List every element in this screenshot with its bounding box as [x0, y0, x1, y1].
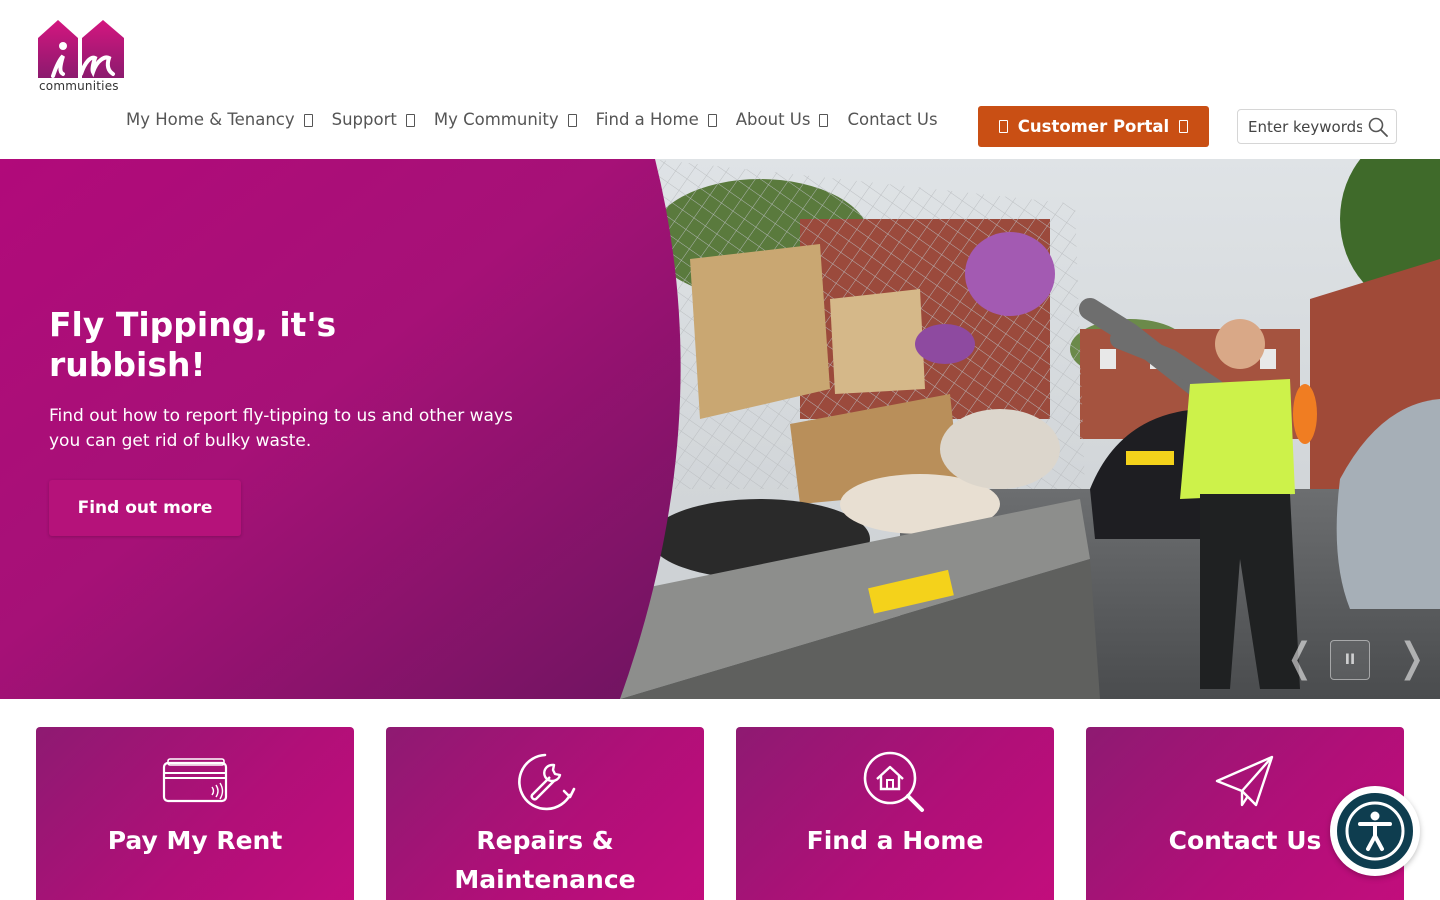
nav-item-about-us[interactable]: About Us [736, 110, 829, 129]
house-search-icon [863, 751, 924, 812]
nav-item-my-home-tenancy[interactable]: My Home & Tenancy [126, 110, 313, 129]
nav-label: Find a Home [595, 110, 699, 129]
search-box [1237, 109, 1397, 144]
nav-item-support[interactable]: Support [332, 110, 415, 129]
card-repairs-maintenance[interactable]: Repairs & Maintenance [386, 727, 704, 900]
hero-subtitle: Find out how to report fly-tipping to us… [49, 406, 513, 451]
card-find-a-home[interactable]: Find a Home [736, 727, 1054, 900]
credit-card-icon [162, 758, 228, 803]
nav-item-contact-us[interactable]: Contact Us [847, 110, 937, 129]
dropdown-icon [567, 114, 577, 127]
carousel-prev-icon[interactable]: ❬ [1283, 635, 1317, 681]
portal-label: Customer Portal [1017, 117, 1170, 136]
site-header: communities My Home & Tenancy Support My… [0, 0, 1440, 159]
hero-carousel: Fly Tipping, it's rubbish! Find out how … [0, 159, 1440, 699]
nav-label: My Home & Tenancy [126, 110, 295, 129]
accessibility-button[interactable] [1330, 786, 1420, 876]
dropdown-icon [303, 114, 313, 127]
logo-text: communities [39, 79, 119, 93]
main-nav: My Home & Tenancy Support My Community F… [126, 110, 957, 129]
nav-label: Support [331, 110, 397, 129]
search-input[interactable] [1238, 110, 1362, 143]
nav-item-my-community[interactable]: My Community [434, 110, 577, 129]
card-label: Pay My Rent [107, 826, 283, 855]
dropdown-icon [819, 114, 829, 127]
nav-item-find-a-home[interactable]: Find a Home [596, 110, 717, 129]
wrench-icon [518, 753, 576, 811]
nav-label: My Community [433, 110, 559, 129]
card-label: Repairs & Maintenance [454, 826, 636, 894]
accessibility-icon [1337, 793, 1413, 869]
quick-links: Pay My Rent Repairs & Maintenance Find a… [0, 727, 1440, 900]
portal-icon [998, 120, 1008, 133]
logo-icon [38, 20, 124, 78]
customer-portal-button[interactable]: Customer Portal [978, 106, 1209, 147]
carousel-pause-icon[interactable]: II [1330, 640, 1370, 680]
nav-label: Contact Us [847, 110, 938, 129]
card-pay-my-rent[interactable]: Pay My Rent [36, 727, 354, 900]
nav-label: About Us [735, 110, 811, 129]
card-label: Find a Home [806, 826, 984, 855]
carousel-next-icon[interactable]: ❭ [1395, 635, 1429, 681]
hero-title: Fly Tipping, it's rubbish! [49, 305, 337, 384]
paper-plane-icon [1215, 755, 1274, 807]
dropdown-icon [405, 114, 415, 127]
find-out-more-button[interactable]: Find out more [49, 480, 241, 536]
search-icon[interactable] [1368, 117, 1388, 137]
site-logo[interactable]: communities [37, 18, 127, 94]
external-link-icon [1179, 120, 1189, 133]
dropdown-icon [707, 114, 717, 127]
